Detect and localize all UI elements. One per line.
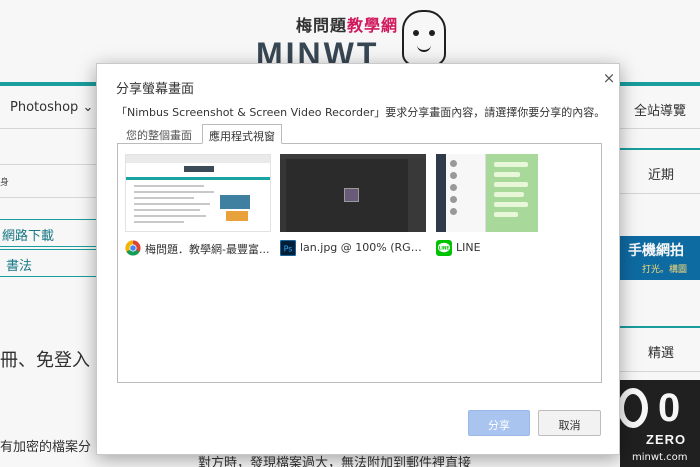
line-icon: LINE [436, 240, 452, 256]
cancel-button[interactable]: 取消 [538, 410, 601, 436]
svg-text:LINE: LINE [439, 245, 450, 250]
tab-application-window[interactable]: 應用程式視窗 [202, 124, 282, 144]
window-thumbnail [436, 154, 582, 232]
window-label: LINE LINE [436, 240, 582, 258]
close-icon[interactable]: × [602, 70, 616, 86]
share-screen-dialog: 分享螢幕畫面 × 「Nimbus Screenshot & Screen Vid… [96, 63, 620, 455]
window-option-line[interactable]: LINE LINE [436, 154, 582, 266]
window-option-chrome[interactable]: 梅問題．教學網-最豐富... [125, 154, 271, 266]
svg-text:Ps: Ps [284, 245, 293, 254]
window-thumbnail [280, 154, 426, 232]
window-title: LINE [456, 241, 481, 254]
dialog-description: 「Nimbus Screenshot & Screen Video Record… [116, 106, 606, 119]
window-label: Ps lan.jpg @ 100% (RGB/8) [280, 240, 426, 258]
window-thumbnail [125, 154, 271, 232]
photoshop-icon: Ps [280, 240, 296, 256]
window-picker-panel: 梅問題．教學網-最豐富... Ps lan.jpg @ 100% (RGB/8) [117, 143, 602, 383]
tab-bar: 您的整個畫面 應用程式視窗 [117, 124, 602, 144]
chrome-icon [125, 240, 141, 256]
window-title: lan.jpg @ 100% (RGB/8) [300, 241, 426, 254]
window-option-photoshop[interactable]: Ps lan.jpg @ 100% (RGB/8) [280, 154, 426, 266]
share-button[interactable]: 分享 [468, 410, 530, 436]
dialog-title: 分享螢幕畫面 [116, 82, 195, 97]
window-title: 梅問題．教學網-最豐富... [145, 243, 270, 256]
window-label: 梅問題．教學網-最豐富... [125, 240, 271, 258]
tab-entire-screen[interactable]: 您的整個畫面 [117, 124, 201, 144]
